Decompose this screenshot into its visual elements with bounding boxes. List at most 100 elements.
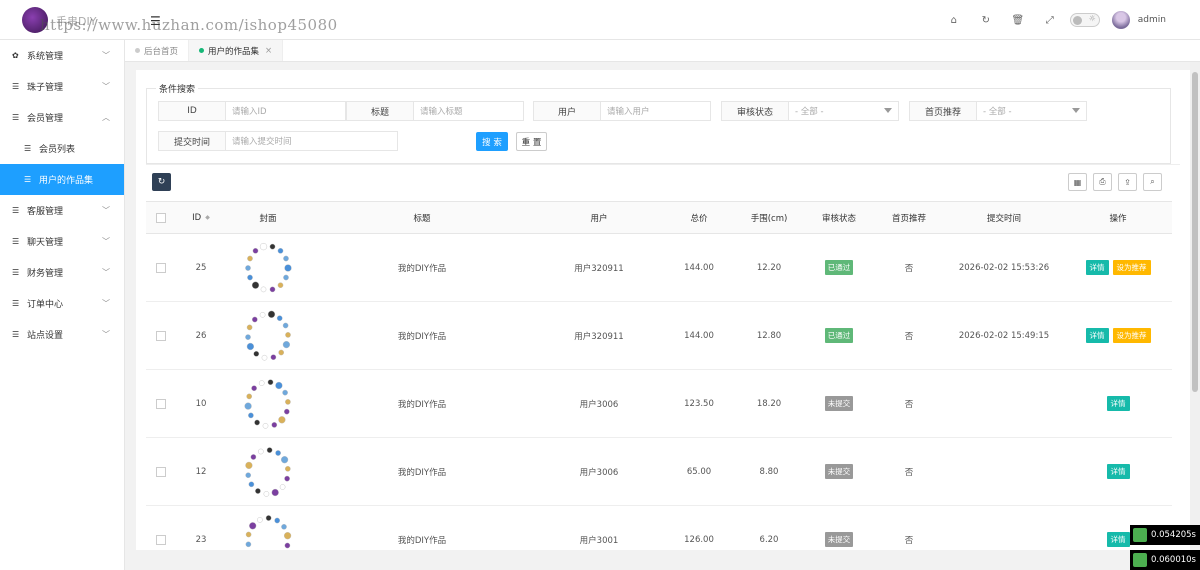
bead (283, 274, 289, 280)
recommend-select[interactable]: - 全部 - (977, 101, 1087, 121)
theme-toggle[interactable]: ☼ (1069, 13, 1100, 27)
set-recommend-button[interactable]: 设为推荐 (1112, 260, 1151, 275)
cell-title: 我的DIY作品 (397, 399, 447, 410)
sidebar-item-beads[interactable]: ☰ 珠子管理 ﹀ (0, 71, 124, 102)
sidebar-subitem-works[interactable]: ☰ 用户的作品集 (0, 164, 124, 195)
sidebar-item-finance[interactable]: ☰ 财务管理 ﹀ (0, 257, 124, 288)
title-input[interactable]: 请输入标题 (414, 101, 524, 121)
bead (257, 516, 263, 523)
page-scrollbar[interactable] (1190, 62, 1200, 548)
bead (270, 353, 277, 360)
sidebar-item-service[interactable]: ☰ 客服管理 ﹀ (0, 195, 124, 226)
cell-id: 23 (195, 534, 207, 545)
menu-toggle-icon[interactable]: ☰ (150, 14, 161, 28)
row-checkbox[interactable] (156, 262, 166, 273)
cell-title: 我的DIY作品 (397, 331, 447, 342)
avatar[interactable] (1111, 11, 1130, 29)
detail-button[interactable]: 详情 (1106, 532, 1130, 547)
search-icon[interactable]: ⌕ (1143, 173, 1162, 191)
columns-icon[interactable]: ▦ (1068, 173, 1087, 191)
detail-button[interactable]: 详情 (1106, 464, 1130, 479)
user-input[interactable]: 请输入用户 (601, 101, 711, 121)
bead (261, 354, 268, 361)
sidebar-item-site[interactable]: ☰ 站点设置 ﹀ (0, 319, 124, 350)
detail-button[interactable]: 详情 (1085, 328, 1109, 343)
divider (146, 164, 1180, 165)
row-checkbox[interactable] (156, 534, 166, 545)
select-all-checkbox[interactable] (156, 212, 166, 223)
bead (284, 408, 290, 414)
detail-button[interactable]: 详情 (1106, 396, 1130, 411)
bead (282, 389, 288, 395)
tab-dot (135, 48, 140, 53)
tab-works[interactable]: 用户的作品集 × (189, 40, 284, 61)
row-checkbox[interactable] (156, 330, 166, 341)
bead (279, 483, 286, 490)
header-price: 总价 (690, 213, 708, 224)
scrollbar-thumb[interactable] (1192, 72, 1198, 392)
header-id[interactable]: ID ◆ (176, 213, 226, 223)
bead (245, 471, 251, 478)
sort-icon[interactable]: ◆ (205, 214, 210, 221)
bead (275, 381, 283, 389)
cell-recommend: 否 (904, 399, 914, 410)
id-input[interactable]: 请输入ID (226, 101, 346, 121)
table-row: 12 我的DIY作品 用户3006 65.00 8.80 未提交 否 详情 (146, 438, 1172, 506)
cell-ops: 详情 设为推荐 (1064, 260, 1172, 275)
tab-label: 用户的作品集 (208, 46, 260, 57)
export-icon[interactable]: ⇪ (1118, 173, 1137, 191)
close-icon[interactable]: × (265, 46, 272, 56)
cell-cover (226, 306, 310, 366)
status-select[interactable]: - 全部 - (789, 101, 899, 121)
top-icons: ⌂ ↻ 🗑 ⤢ ☼ admin (938, 0, 1200, 40)
cell-price: 144.00 (684, 330, 714, 341)
cell-recommend: 否 (904, 535, 914, 546)
bracelet-image[interactable] (238, 374, 298, 434)
sidebar-item-chat[interactable]: ☰ 聊天管理 ﹀ (0, 226, 124, 257)
bead (269, 286, 276, 292)
row-select-cell (146, 330, 176, 341)
row-checkbox[interactable] (156, 466, 166, 477)
bracelet-image[interactable] (238, 306, 298, 366)
trash-icon[interactable]: 🗑 (1002, 15, 1034, 26)
bead (245, 333, 251, 340)
status-field: 审核状态 - 全部 - (721, 101, 899, 121)
sidebar-item-members[interactable]: ☰ 会员管理 ︿ (0, 102, 124, 133)
refresh-icon[interactable]: ↻ (970, 15, 1002, 26)
detail-button[interactable]: 详情 (1085, 260, 1109, 275)
sidebar-item-label: 会员管理 (27, 114, 64, 124)
search-button[interactable]: 搜 索 (476, 132, 508, 151)
cell-price: 126.00 (684, 534, 714, 545)
cell-cover (226, 510, 310, 551)
sidebar-subitem-label: 用户的作品集 (39, 176, 94, 186)
cell-cover (226, 238, 310, 298)
bead (251, 384, 257, 391)
tab-home[interactable]: 后台首页 (125, 40, 190, 61)
list-icon: ☰ (12, 82, 20, 91)
sidebar-subitem-member-list[interactable]: ☰ 会员列表 (0, 133, 124, 164)
cell-id: 26 (195, 330, 207, 341)
header-cover: 封面 (259, 213, 277, 224)
time-input[interactable]: 请输入提交时间 (226, 131, 398, 151)
bead (259, 242, 268, 250)
list-icon: ☰ (24, 175, 32, 184)
bracelet-image[interactable] (238, 510, 298, 551)
cell-user: 用户320911 (574, 263, 624, 274)
user-name[interactable]: admin (1138, 15, 1166, 25)
select-all-cell (146, 212, 176, 223)
bead (285, 465, 291, 472)
set-recommend-button[interactable]: 设为推荐 (1112, 328, 1151, 343)
recommend-select-value: - 全部 - (983, 107, 1012, 117)
reset-button[interactable]: 重 置 (516, 132, 547, 151)
bracelet-image[interactable] (238, 238, 298, 298)
home-icon[interactable]: ⌂ (938, 15, 970, 26)
row-checkbox[interactable] (156, 398, 166, 409)
sidebar-item-orders[interactable]: ☰ 订单中心 ﹀ (0, 288, 124, 319)
sidebar-item-system[interactable]: ✿ 系统管理 ﹀ (0, 40, 124, 71)
bracelet-image[interactable] (238, 442, 298, 502)
fullscreen-icon[interactable]: ⤢ (1034, 15, 1066, 26)
list-icon: ☰ (12, 237, 20, 246)
print-icon[interactable]: ⎙ (1093, 173, 1112, 191)
table-refresh-button[interactable]: ↻ (152, 173, 171, 191)
top-bar: 手串DIY https://www.huzhan.com/ishop45080 … (0, 0, 1200, 40)
